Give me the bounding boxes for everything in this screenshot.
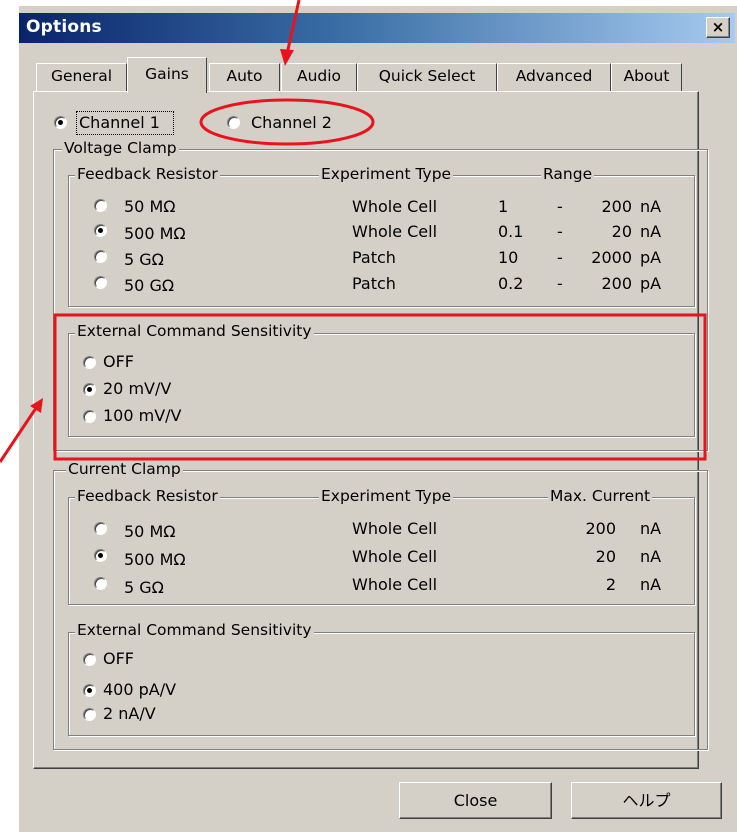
channel-2-highlight-ellipse (199, 98, 375, 146)
ext-cmd-highlight-box (53, 313, 707, 461)
annotation-overlay (0, 0, 707, 463)
arrow-head-ext-cmd-icon (30, 398, 43, 413)
arrow-head-audio-icon (280, 49, 294, 66)
arrow-to-audio-tab (285, 0, 301, 55)
arrow-to-ext-cmd (0, 407, 38, 463)
tab-gains[interactable]: Gains (127, 57, 207, 93)
